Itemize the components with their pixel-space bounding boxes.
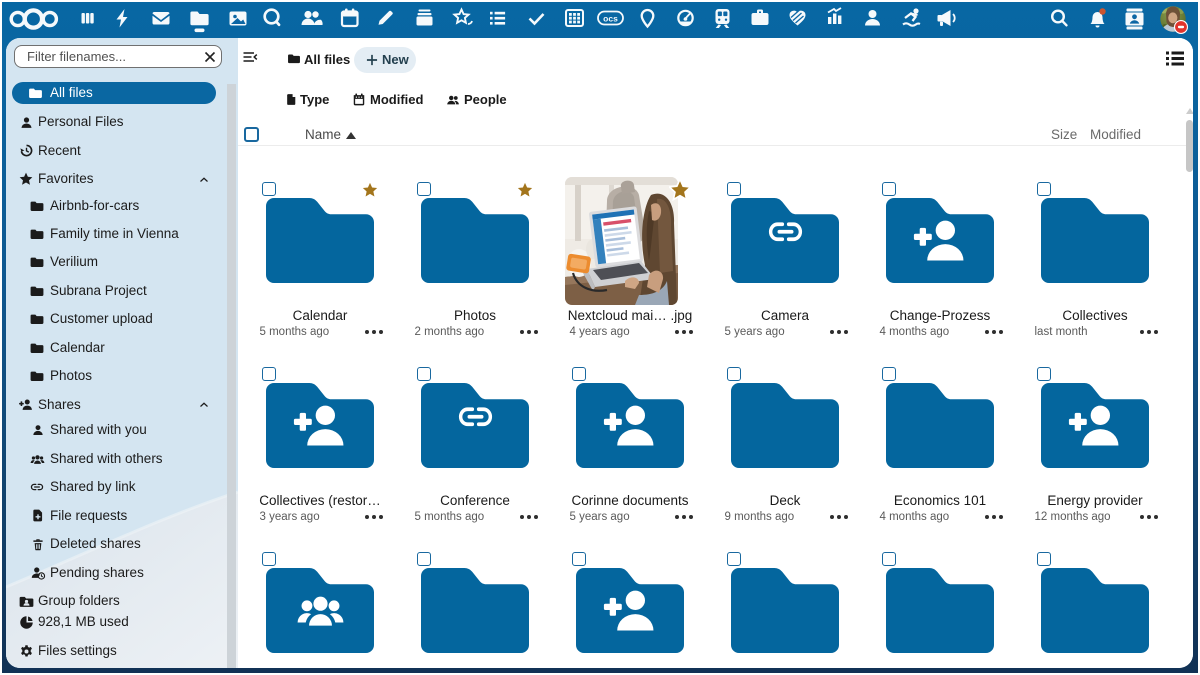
svg-text:ocs: ocs <box>603 14 618 24</box>
